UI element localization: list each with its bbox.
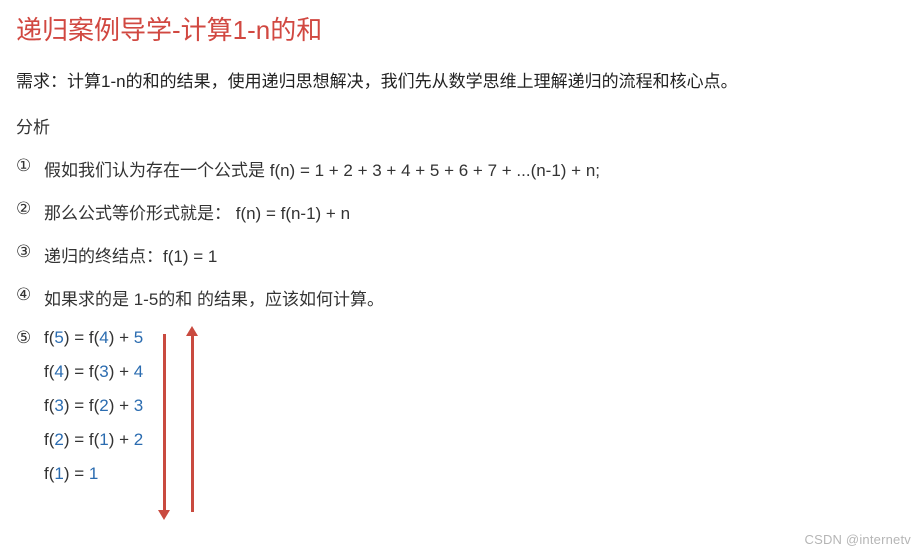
eq-4-c: ) = f(: [64, 430, 99, 449]
page-title: 递归案例导学-计算1-n的和: [16, 10, 907, 47]
eq-1-b: 5: [54, 328, 63, 347]
watermark: CSDN @internetv: [804, 532, 911, 547]
item-3: ③ 递归的终结点：f(1) = 1: [16, 242, 907, 267]
item-2-marker: ②: [16, 199, 44, 219]
eq-1: f(5) = f(4) + 5: [44, 328, 143, 348]
item-5-marker: ⑤: [16, 328, 44, 348]
eq-2-e: ) +: [109, 362, 134, 381]
equations: f(5) = f(4) + 5 f(4) = f(3) + 4 f(3) = f…: [44, 328, 143, 518]
arrow-down-icon: [161, 328, 167, 518]
eq-1-f: 5: [134, 328, 143, 347]
requirement-text: 需求：计算1-n的和的结果，使用递归思想解决，我们先从数学思维上理解递归的流程和…: [16, 69, 907, 95]
eq-2-d: 3: [99, 362, 108, 381]
item-2-text: 那么公式等价形式就是： f(n) = f(n-1) + n: [44, 199, 907, 224]
item-5: ⑤ f(5) = f(4) + 5 f(4) = f(3) + 4 f(3) =…: [16, 328, 907, 518]
eq-3-c: ) = f(: [64, 396, 99, 415]
eq-4-d: 1: [99, 430, 108, 449]
item-1-text: 假如我们认为存在一个公式是 f(n) = 1 + 2 + 3 + 4 + 5 +…: [44, 156, 907, 181]
item-4: ④ 如果求的是 1-5的和 的结果，应该如何计算。: [16, 285, 907, 310]
eq-5-d: 1: [89, 464, 98, 483]
eq-2-c: ) = f(: [64, 362, 99, 381]
eq-3-f: 3: [134, 396, 143, 415]
eq-4-e: ) +: [109, 430, 134, 449]
eq-1-d: 4: [99, 328, 108, 347]
eq-2-f: 4: [134, 362, 143, 381]
item-1: ① 假如我们认为存在一个公式是 f(n) = 1 + 2 + 3 + 4 + 5…: [16, 156, 907, 181]
arrow-up-icon: [189, 328, 195, 518]
eq-5: f(1) = 1: [44, 464, 143, 484]
item-2: ② 那么公式等价形式就是： f(n) = f(n-1) + n: [16, 199, 907, 224]
eq-2: f(4) = f(3) + 4: [44, 362, 143, 382]
eq-2-a: f(: [44, 362, 54, 381]
item-1-marker: ①: [16, 156, 44, 176]
eq-1-c: ) = f(: [64, 328, 99, 347]
eq-4: f(2) = f(1) + 2: [44, 430, 143, 450]
eq-3-e: ) +: [109, 396, 134, 415]
eq-3-d: 2: [99, 396, 108, 415]
eq-5-c: ) =: [64, 464, 89, 483]
eq-4-f: 2: [134, 430, 143, 449]
eq-1-e: ) +: [109, 328, 134, 347]
eq-5-b: 1: [54, 464, 63, 483]
eq-3-b: 3: [54, 396, 63, 415]
item-4-marker: ④: [16, 285, 44, 305]
analysis-label: 分析: [16, 113, 907, 138]
item-3-marker: ③: [16, 242, 44, 262]
recursion-block: f(5) = f(4) + 5 f(4) = f(3) + 4 f(3) = f…: [44, 328, 195, 518]
eq-2-b: 4: [54, 362, 63, 381]
item-4-text: 如果求的是 1-5的和 的结果，应该如何计算。: [44, 285, 907, 310]
eq-4-a: f(: [44, 430, 54, 449]
eq-3: f(3) = f(2) + 3: [44, 396, 143, 416]
eq-1-a: f(: [44, 328, 54, 347]
item-3-text: 递归的终结点：f(1) = 1: [44, 242, 907, 267]
eq-5-a: f(: [44, 464, 54, 483]
eq-4-b: 2: [54, 430, 63, 449]
arrows: [161, 328, 195, 518]
eq-3-a: f(: [44, 396, 54, 415]
